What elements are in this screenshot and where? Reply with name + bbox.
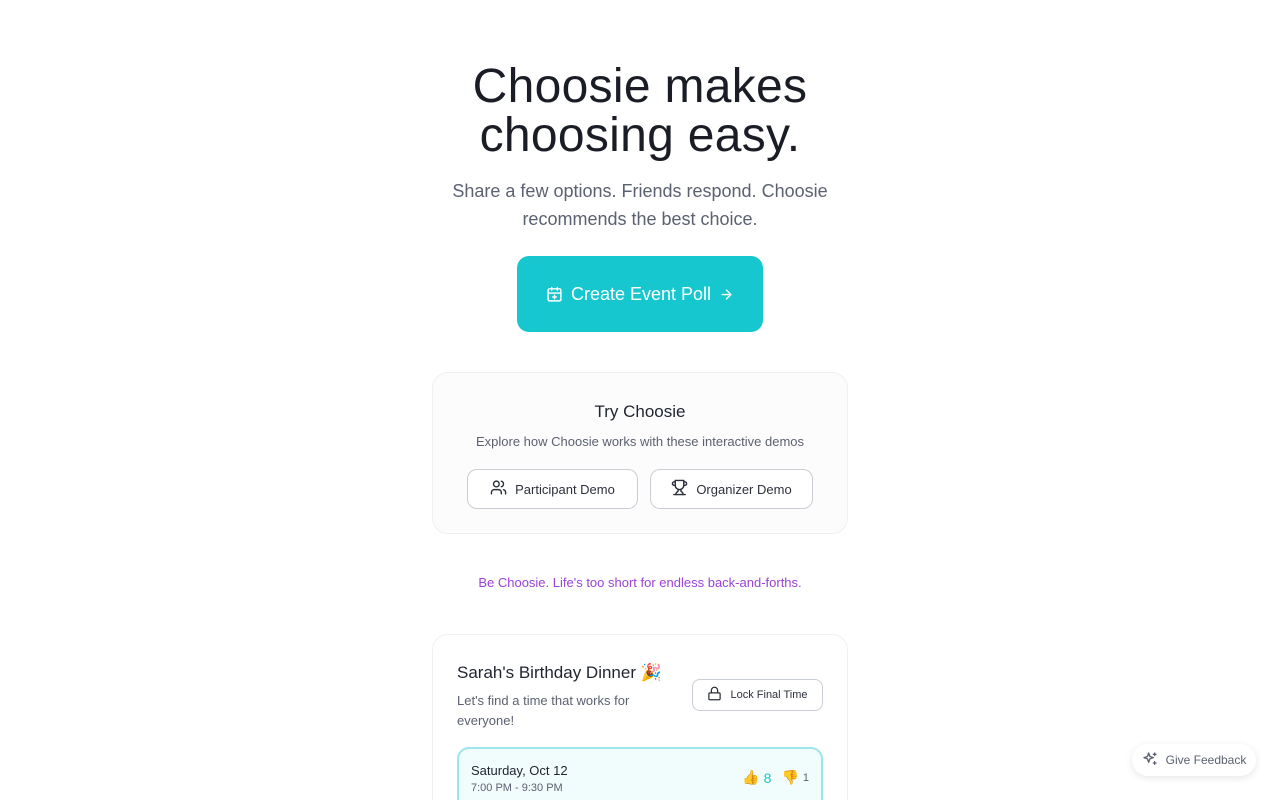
event-title: Sarah's Birthday Dinner 🎉: [457, 663, 662, 682]
downvote-count: 1: [802, 771, 809, 784]
organizer-demo-button[interactable]: Organizer Demo: [650, 469, 813, 509]
create-event-poll-label: Create Event Poll: [570, 283, 712, 304]
give-feedback-button[interactable]: Give Feedback: [1132, 744, 1256, 776]
landing-page: Choosie makes choosing easy. Share a few…: [0, 0, 1280, 800]
lock-final-time-button[interactable]: Lock Final Time: [692, 679, 823, 711]
users-icon: [490, 479, 507, 499]
hero-subtitle: Share a few options. Friends respond. Ch…: [452, 181, 828, 229]
demo-buttons: Participant Demo Organizer Demo: [467, 469, 813, 509]
arrow-right-icon: [719, 287, 734, 302]
try-choosie-title: Try Choosie: [594, 402, 686, 421]
vote-counts: 👍 8 👎 1: [742, 769, 809, 786]
give-feedback-label: Give Feedback: [1165, 753, 1247, 767]
event-preview-card: Sarah's Birthday Dinner 🎉 Let's find a t…: [432, 634, 848, 800]
hero-section: Choosie makes choosing easy. Share a few…: [0, 62, 1280, 233]
participant-demo-button[interactable]: Participant Demo: [467, 469, 638, 509]
calendar-icon: [546, 286, 563, 303]
lock-icon: [707, 686, 722, 704]
try-choosie-description: Explore how Choosie works with these int…: [475, 434, 805, 449]
organizer-demo-label: Organizer Demo: [696, 481, 792, 497]
create-event-poll-button[interactable]: Create Event Poll: [517, 256, 763, 332]
thumbs-up-icon: 👍: [742, 769, 760, 785]
upvote-button[interactable]: 👍 8: [742, 769, 771, 786]
option-date: Saturday, Oct 12: [471, 763, 568, 778]
tagline: Be Choosie. Life's too short for endless…: [478, 575, 802, 590]
hero-title: Choosie makes choosing easy.: [472, 60, 808, 162]
sparkles-icon: [1142, 751, 1158, 770]
time-option[interactable]: Saturday, Oct 12 7:00 PM - 9:30 PM 👍 8 👎…: [457, 747, 823, 800]
participant-demo-label: Participant Demo: [515, 481, 615, 497]
try-choosie-card: Try Choosie Explore how Choosie works wi…: [432, 372, 848, 534]
trophy-icon: [671, 479, 688, 499]
lock-final-time-label: Lock Final Time: [730, 689, 808, 701]
option-time: 7:00 PM - 9:30 PM: [471, 782, 563, 794]
upvote-count: 8: [763, 769, 772, 786]
downvote-button[interactable]: 👎 1: [781, 769, 809, 786]
thumbs-down-icon: 👎: [781, 769, 799, 785]
event-description: Let's find a time that works for everyon…: [457, 693, 630, 728]
